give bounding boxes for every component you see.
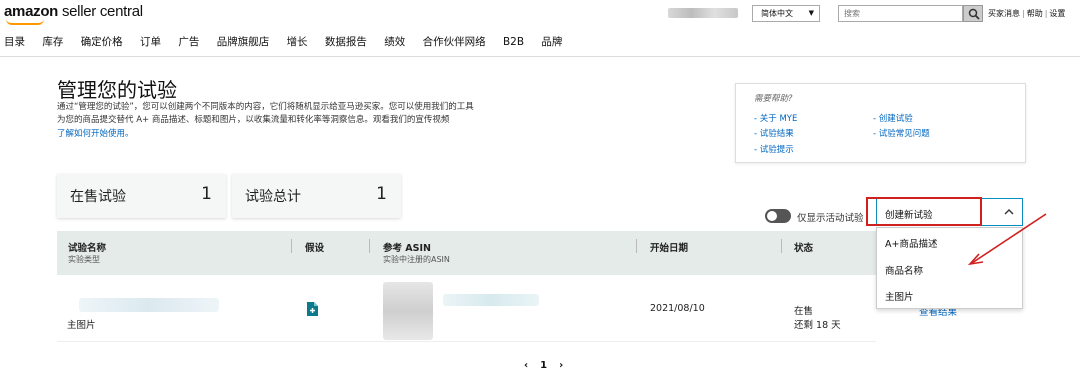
current-page[interactable]: 1 (540, 360, 547, 371)
pagination: ‹ 1 › (518, 360, 569, 371)
prev-page-icon[interactable]: ‹ (524, 360, 528, 371)
next-page-icon[interactable]: › (559, 360, 563, 371)
annotation-arrow-icon (967, 213, 1047, 266)
